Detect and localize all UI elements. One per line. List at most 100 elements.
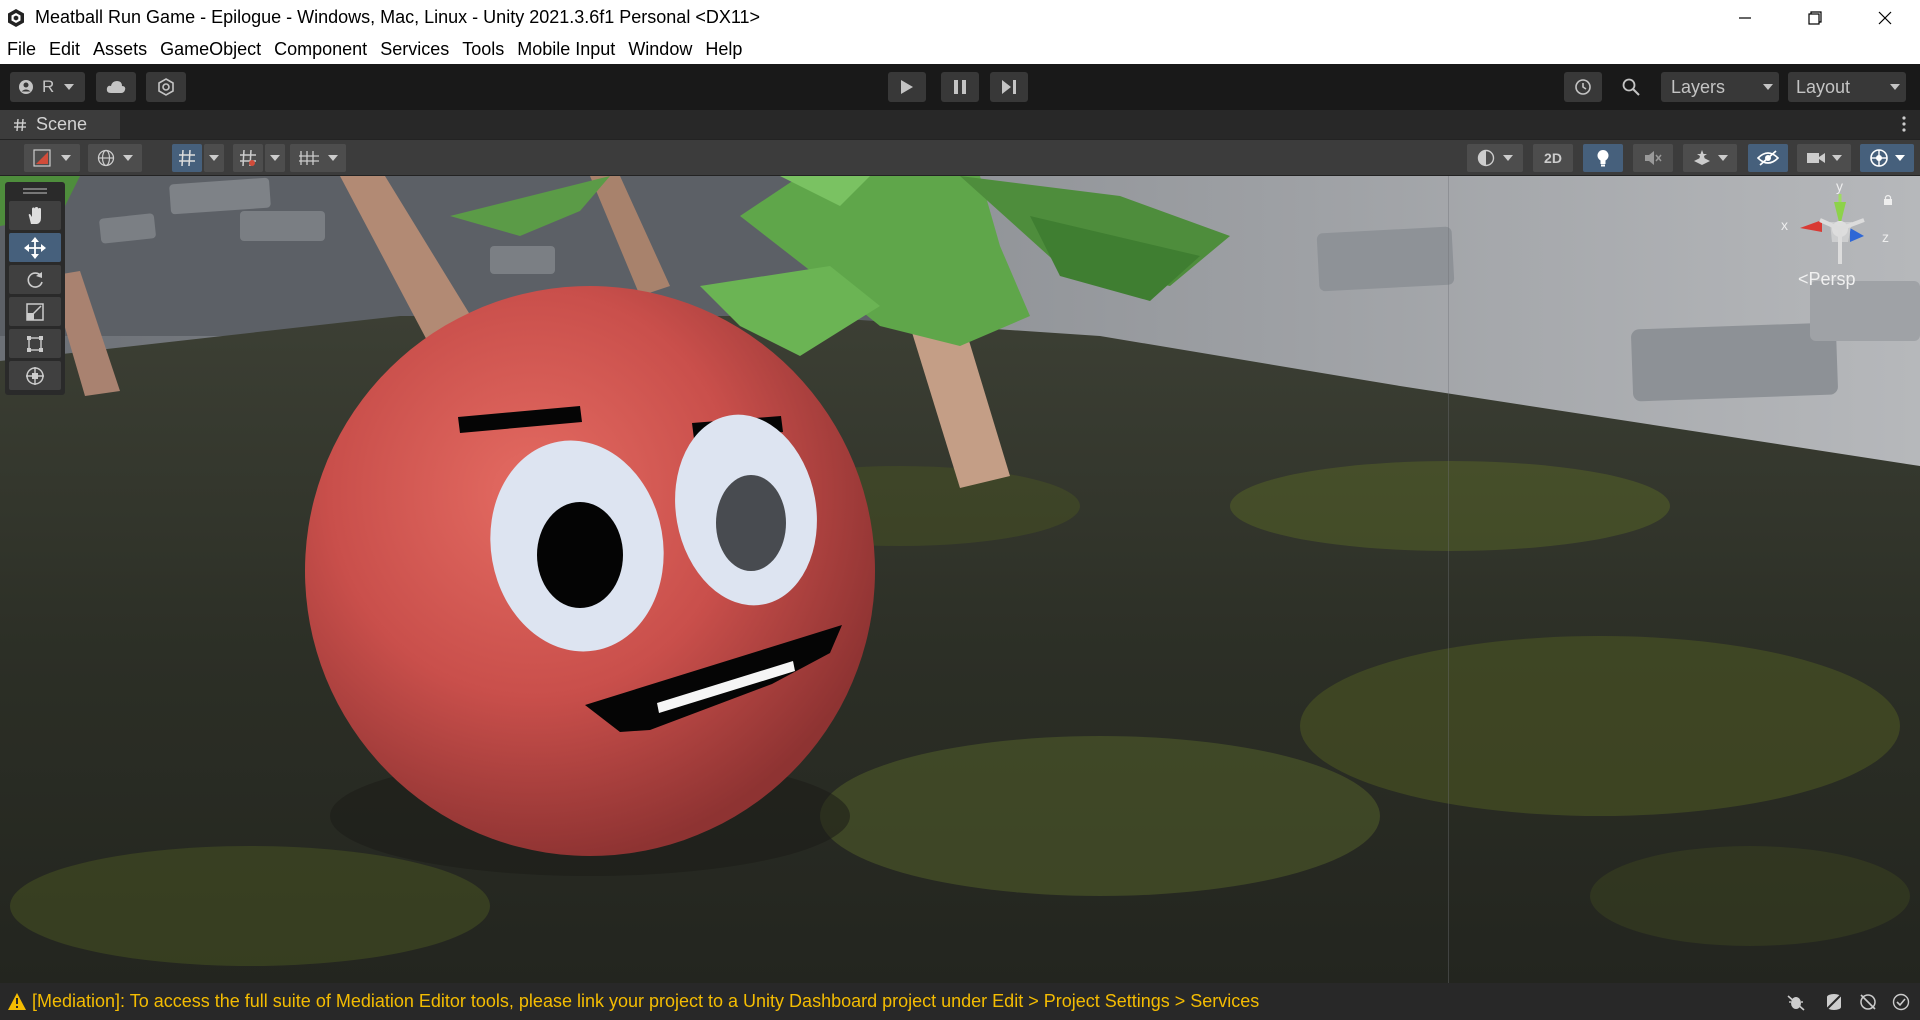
rect-tool-button[interactable] xyxy=(9,329,61,358)
move-icon xyxy=(24,236,46,259)
effects-icon xyxy=(1694,150,1710,165)
hand-icon xyxy=(28,206,41,224)
search-icon xyxy=(1622,78,1640,96)
menu-file[interactable]: File xyxy=(0,39,42,60)
close-button[interactable] xyxy=(1850,0,1920,35)
eye-slash-icon xyxy=(1757,150,1779,166)
step-icon xyxy=(1002,80,1016,94)
scale-tool-button[interactable] xyxy=(9,297,61,326)
status-message[interactable]: [Mediation]: To access the full suite of… xyxy=(32,991,1259,1012)
restore-button[interactable] xyxy=(1780,0,1850,35)
shading-mode-icon xyxy=(33,149,51,167)
scene-toolbar: 2D xyxy=(0,139,1920,176)
increment-snap-toggle[interactable] xyxy=(233,144,263,172)
cloud-icon xyxy=(106,81,126,93)
minimize-button[interactable] xyxy=(1710,0,1780,35)
layout-dropdown[interactable]: Layout xyxy=(1788,72,1906,102)
pause-icon xyxy=(954,80,966,94)
shading-dropdown[interactable] xyxy=(1467,144,1523,172)
camera-icon xyxy=(1807,153,1825,163)
chevron-down-icon xyxy=(1503,155,1513,161)
increment-snap-menu[interactable] xyxy=(265,144,285,172)
gizmo-y-label: y xyxy=(1836,178,1843,194)
chevron-down-icon xyxy=(209,155,219,161)
drag-handle[interactable] xyxy=(23,188,47,190)
menu-help[interactable]: Help xyxy=(698,39,748,60)
menu-tools[interactable]: Tools xyxy=(455,39,510,60)
lightbulb-icon xyxy=(1597,150,1609,167)
undo-history-button[interactable] xyxy=(1564,72,1602,102)
chevron-down-icon xyxy=(123,155,133,161)
menu-bar: File Edit Assets GameObject Component Se… xyxy=(0,35,1920,64)
step-button[interactable] xyxy=(990,72,1028,102)
lighting-toggle[interactable] xyxy=(1583,144,1623,172)
scale-icon xyxy=(26,302,44,321)
chevron-down-icon xyxy=(64,84,75,90)
grid-snap-icon xyxy=(179,149,195,167)
auto-generate-lighting-icon[interactable] xyxy=(1858,992,1878,1012)
menu-gameobject[interactable]: GameObject xyxy=(153,39,267,60)
menu-component[interactable]: Component xyxy=(267,39,373,60)
chevron-down-icon xyxy=(1895,155,1905,161)
move-tool-button[interactable] xyxy=(9,233,61,262)
status-bar: [Mediation]: To access the full suite of… xyxy=(0,983,1920,1020)
grid-snap-toggle[interactable] xyxy=(172,144,202,172)
cache-server-icon[interactable] xyxy=(1824,992,1844,1012)
projection-toggle[interactable]: <Persp xyxy=(1798,269,1856,290)
gizmos-dropdown[interactable] xyxy=(1860,144,1914,172)
hidden-objects-toggle[interactable] xyxy=(1748,144,1788,172)
scene-viewport[interactable]: y x z <Persp xyxy=(0,176,1920,983)
audio-toggle[interactable] xyxy=(1633,144,1673,172)
chevron-down-icon xyxy=(1763,84,1773,90)
tab-scene[interactable]: Scene xyxy=(0,110,120,139)
title-bar: Meatball Run Game - Epilogue - Windows, … xyxy=(0,0,1920,35)
sphere-shading-icon xyxy=(1477,149,1495,167)
drag-handle-line xyxy=(23,192,47,194)
layers-dropdown[interactable]: Layers xyxy=(1661,72,1779,102)
lock-icon xyxy=(1884,194,1892,205)
gizmo-z-label: z xyxy=(1882,229,1889,245)
global-local-dropdown[interactable] xyxy=(88,144,142,172)
2d-toggle[interactable]: 2D xyxy=(1533,144,1573,172)
chevron-down-icon xyxy=(61,155,71,161)
tab-bar: Scene xyxy=(0,110,1920,139)
menu-window[interactable]: Window xyxy=(621,39,698,60)
play-icon xyxy=(901,80,913,94)
transform-tool-button[interactable] xyxy=(9,361,61,390)
debug-bug-icon[interactable] xyxy=(1786,992,1806,1012)
grid-visibility-dropdown[interactable] xyxy=(290,144,346,172)
cloud-button[interactable] xyxy=(96,72,136,102)
gizmos-icon xyxy=(1870,149,1888,167)
rotate-tool-button[interactable] xyxy=(9,265,61,294)
pause-button[interactable] xyxy=(941,72,979,102)
account-dropdown[interactable]: R xyxy=(10,72,85,102)
chevron-down-icon xyxy=(270,155,280,161)
history-icon xyxy=(1575,79,1591,95)
warning-icon xyxy=(8,993,26,1010)
gizmo-x-label: x xyxy=(1781,217,1788,233)
collab-icon xyxy=(158,78,174,96)
collab-button[interactable] xyxy=(146,72,186,102)
draw-mode-dropdown[interactable] xyxy=(24,144,80,172)
camera-dropdown[interactable] xyxy=(1797,144,1851,172)
tools-overlay xyxy=(5,182,65,395)
menu-services[interactable]: Services xyxy=(373,39,455,60)
transform-icon xyxy=(26,366,44,385)
search-button[interactable] xyxy=(1612,72,1650,102)
audio-mute-icon xyxy=(1645,151,1662,165)
tab-menu-button[interactable] xyxy=(1902,116,1906,137)
account-initial: R xyxy=(42,77,55,96)
menu-edit[interactable]: Edit xyxy=(42,39,86,60)
play-button[interactable] xyxy=(888,72,926,102)
effects-dropdown[interactable] xyxy=(1683,144,1737,172)
hand-tool-button[interactable] xyxy=(9,201,61,230)
menu-mobile-input[interactable]: Mobile Input xyxy=(510,39,621,60)
orientation-gizmo[interactable]: y x z <Persp xyxy=(1760,178,1900,314)
grid-snap-menu[interactable] xyxy=(204,144,224,172)
chevron-down-icon xyxy=(1718,155,1728,161)
layout-label: Layout xyxy=(1796,76,1851,97)
check-circle-icon[interactable] xyxy=(1892,993,1910,1011)
main-toolbar: R Layers Layout xyxy=(0,64,1920,110)
menu-assets[interactable]: Assets xyxy=(86,39,153,60)
layers-label: Layers xyxy=(1671,76,1726,97)
